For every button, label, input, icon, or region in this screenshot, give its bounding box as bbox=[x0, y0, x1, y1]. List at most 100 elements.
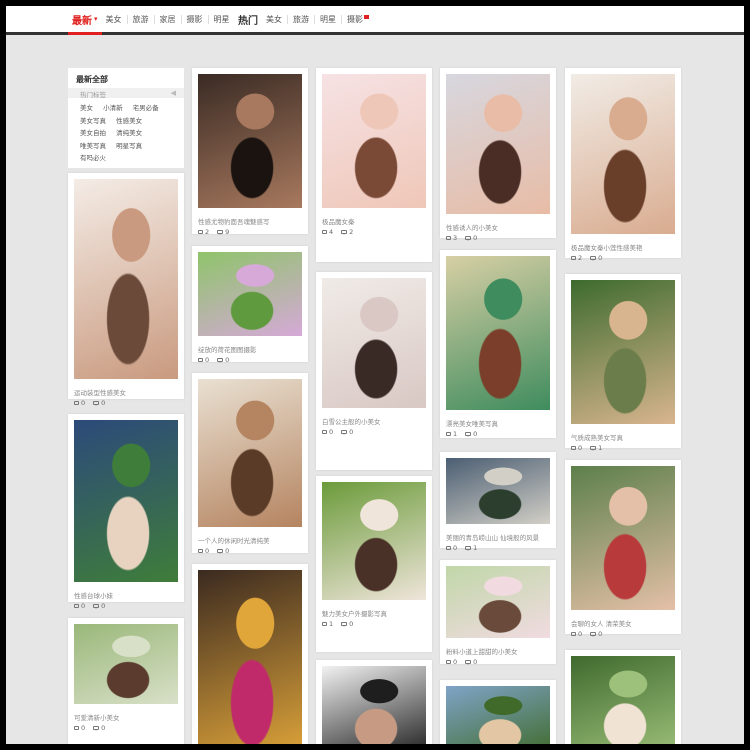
photo-card[interactable]: 魅力美女户外摄影写真 1 0 bbox=[316, 476, 432, 652]
photo-card[interactable]: 可爱清新小美女 0 0 bbox=[68, 618, 184, 744]
comment-count[interactable]: 1 bbox=[590, 444, 602, 452]
photo-card[interactable]: 漂亮美女唯美写真 1 0 bbox=[440, 250, 556, 438]
photo-image[interactable] bbox=[446, 74, 550, 214]
like-count[interactable]: 2 bbox=[571, 254, 582, 262]
photo-caption[interactable]: 会聊的女人 清荣美女 bbox=[571, 618, 632, 628]
nav-hot-tab[interactable]: 热门 bbox=[238, 6, 258, 32]
photo-image[interactable] bbox=[446, 566, 550, 638]
tag-link[interactable]: 美女写真 bbox=[80, 117, 106, 125]
like-count[interactable]: 3 bbox=[446, 234, 457, 242]
nav-latest-home[interactable]: 家居 bbox=[153, 14, 181, 24]
photo-card[interactable]: 极品魔女秦小莲性感美艳 2 0 bbox=[565, 68, 681, 262]
photo-image[interactable] bbox=[198, 570, 302, 744]
photo-image[interactable] bbox=[322, 278, 426, 408]
photo-card[interactable]: 性感尤物豹面吾魂魅惑写 2 9 bbox=[192, 68, 308, 236]
photo-card[interactable] bbox=[565, 650, 681, 744]
like-count[interactable]: 4 bbox=[322, 228, 333, 236]
comment-count[interactable]: 0 bbox=[93, 399, 105, 407]
like-count[interactable]: 2 bbox=[198, 228, 209, 236]
photo-caption[interactable]: 性感尤物豹面吾魂魅惑写 bbox=[198, 216, 270, 226]
photo-card[interactable]: 气质成熟美女写真 0 1 bbox=[565, 274, 681, 452]
photo-image[interactable] bbox=[446, 256, 550, 410]
photo-image[interactable] bbox=[74, 179, 178, 379]
photo-card[interactable]: 性感诱人的小美女 3 0 bbox=[440, 68, 556, 242]
photo-card[interactable]: 粉料小道上甜甜的小美女 0 0 bbox=[440, 560, 556, 666]
photo-card[interactable]: 性感台球小妹 0 0 bbox=[68, 414, 184, 610]
like-count[interactable]: 0 bbox=[74, 399, 85, 407]
comment-count[interactable]: 9 bbox=[217, 228, 229, 236]
like-count[interactable]: 1 bbox=[446, 430, 457, 438]
comment-count[interactable]: 0 bbox=[93, 602, 105, 610]
photo-image[interactable] bbox=[446, 458, 550, 524]
photo-caption[interactable]: 可爱清新小美女 bbox=[74, 712, 120, 722]
photo-card[interactable]: 白雪公主般的小美女 0 0 bbox=[316, 272, 432, 470]
photo-card[interactable]: 极品魔女秦 4 2 bbox=[316, 68, 432, 262]
nav-hot-beauty[interactable]: 美女 bbox=[264, 15, 287, 24]
photo-caption[interactable]: 魅力美女户外摄影写真 bbox=[322, 608, 387, 618]
comment-count[interactable]: 0 bbox=[465, 234, 477, 242]
photo-caption[interactable]: 粉料小道上甜甜的小美女 bbox=[446, 646, 518, 656]
photo-card[interactable]: 运动装型性感美女 0 0 bbox=[68, 173, 184, 407]
photo-card[interactable] bbox=[440, 680, 556, 744]
photo-caption[interactable]: 气质成熟美女写真 bbox=[571, 432, 623, 442]
photo-image[interactable] bbox=[322, 482, 426, 600]
tag-link[interactable]: 美女 bbox=[80, 104, 93, 112]
photo-image[interactable] bbox=[322, 74, 426, 208]
nav-hot-travel[interactable]: 旅游 bbox=[287, 14, 314, 24]
photo-image[interactable] bbox=[322, 666, 426, 744]
nav-latest-beauty[interactable]: 美女 bbox=[104, 15, 127, 24]
comment-count[interactable]: 0 bbox=[93, 724, 105, 732]
comment-count[interactable]: 2 bbox=[341, 228, 353, 236]
photo-image[interactable] bbox=[571, 656, 675, 744]
comment-count[interactable]: 0 bbox=[341, 620, 353, 628]
comment-count[interactable]: 0 bbox=[341, 428, 353, 436]
like-count[interactable]: 0 bbox=[198, 547, 209, 555]
photo-caption[interactable]: 白雪公主般的小美女 bbox=[322, 416, 381, 426]
photo-caption[interactable]: 性感诱人的小美女 bbox=[446, 222, 498, 232]
like-count[interactable]: 0 bbox=[571, 444, 582, 452]
photo-image[interactable] bbox=[198, 74, 302, 208]
tag-link[interactable]: 明星写真 bbox=[116, 142, 142, 150]
photo-card[interactable] bbox=[316, 660, 432, 744]
comment-count[interactable]: 0 bbox=[465, 658, 477, 666]
tag-link[interactable]: 性感美女 bbox=[116, 117, 142, 125]
nav-latest-tab[interactable]: 最新 ▾ bbox=[68, 6, 101, 35]
like-count[interactable]: 0 bbox=[74, 724, 85, 732]
comment-count[interactable]: 0 bbox=[217, 356, 229, 364]
tag-link[interactable]: 唯美写真 bbox=[80, 142, 106, 150]
photo-card[interactable] bbox=[192, 564, 308, 744]
tag-link[interactable]: 宅男必备 bbox=[133, 104, 159, 112]
photo-caption[interactable]: 性感台球小妹 bbox=[74, 590, 113, 600]
photo-image[interactable] bbox=[198, 252, 302, 336]
photo-caption[interactable]: 极品魔女秦 bbox=[322, 216, 355, 226]
photo-image[interactable] bbox=[74, 624, 178, 704]
like-count[interactable]: 0 bbox=[571, 630, 582, 638]
like-count[interactable]: 1 bbox=[322, 620, 333, 628]
nav-hot-star[interactable]: 明星 bbox=[314, 14, 341, 24]
tag-link[interactable]: 小清新 bbox=[103, 104, 123, 112]
photo-caption[interactable]: 绽放的荷花图图摄影 bbox=[198, 344, 257, 354]
comment-count[interactable]: 1 bbox=[465, 544, 477, 552]
tag-link[interactable]: 有吗必火 bbox=[80, 154, 106, 162]
like-count[interactable]: 0 bbox=[74, 602, 85, 610]
comment-count[interactable]: 0 bbox=[590, 630, 602, 638]
nav-latest-travel[interactable]: 旅游 bbox=[126, 14, 154, 24]
comment-count[interactable]: 0 bbox=[465, 430, 477, 438]
photo-card[interactable]: 会聊的女人 清荣美女 0 0 bbox=[565, 460, 681, 638]
photo-image[interactable] bbox=[571, 74, 675, 234]
tag-link[interactable]: 美女自拍 bbox=[80, 129, 106, 137]
nav-latest-photo[interactable]: 摄影 bbox=[180, 14, 208, 24]
photo-image[interactable] bbox=[571, 280, 675, 424]
nav-latest-star[interactable]: 明星 bbox=[207, 14, 235, 24]
photo-card[interactable]: 绽放的荷花图图摄影 0 0 bbox=[192, 246, 308, 364]
photo-card[interactable]: 一个人的休闲时光清纯美 0 0 bbox=[192, 373, 308, 555]
photo-image[interactable] bbox=[446, 686, 550, 744]
photo-caption[interactable]: 漂亮美女唯美写真 bbox=[446, 418, 498, 428]
photo-caption[interactable]: 运动装型性感美女 bbox=[74, 387, 126, 397]
category-title[interactable]: 最新全部 bbox=[76, 74, 108, 85]
photo-card[interactable]: 美丽的青岛崂山山 仙境般的风景 0 1 bbox=[440, 452, 556, 552]
like-count[interactable]: 0 bbox=[446, 658, 457, 666]
like-count[interactable]: 0 bbox=[322, 428, 333, 436]
photo-image[interactable] bbox=[571, 466, 675, 610]
photo-image[interactable] bbox=[74, 420, 178, 582]
